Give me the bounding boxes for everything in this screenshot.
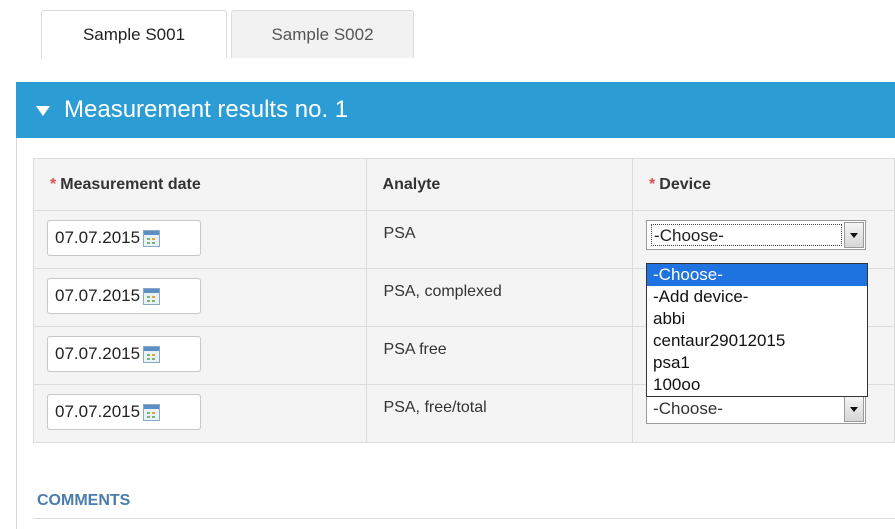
tab-sample-s001[interactable]: Sample S001 bbox=[41, 10, 227, 58]
header-label: Analyte bbox=[382, 175, 441, 193]
calendar-icon[interactable] bbox=[143, 287, 161, 305]
measurement-date-input[interactable]: 07.07.2015 bbox=[47, 220, 201, 256]
calendar-icon[interactable] bbox=[143, 229, 161, 247]
triangle-down-icon[interactable] bbox=[36, 106, 50, 116]
tab-sample-s002[interactable]: Sample S002 bbox=[231, 10, 414, 58]
device-select-value: -Choose- bbox=[653, 399, 723, 418]
chevron-down-icon[interactable] bbox=[844, 396, 865, 422]
date-cell: 07.07.2015 bbox=[33, 210, 367, 269]
analyte-name: PSA free bbox=[383, 341, 447, 358]
date-value: 07.07.2015 bbox=[55, 286, 141, 305]
dropdown-option-psa1[interactable]: psa1 bbox=[647, 352, 867, 374]
device-cell: -Choose- bbox=[632, 210, 895, 269]
dropdown-option-abbi[interactable]: abbi bbox=[647, 308, 867, 330]
required-mark: * bbox=[649, 175, 656, 193]
table-header-row: * Measurement date Analyte * Device bbox=[33, 158, 895, 211]
header-label: Measurement date bbox=[60, 175, 201, 193]
header-analyte: Analyte bbox=[365, 158, 634, 211]
required-mark: * bbox=[50, 175, 57, 193]
calendar-icon[interactable] bbox=[143, 403, 161, 421]
date-cell: 07.07.2015 bbox=[33, 384, 367, 443]
panel-title: Measurement results no. 1 bbox=[64, 96, 349, 123]
measurement-results-header[interactable]: Measurement results no. 1 bbox=[16, 82, 895, 138]
device-select[interactable]: -Choose- bbox=[646, 220, 867, 250]
comments-divider bbox=[33, 518, 895, 519]
date-cell: 07.07.2015 bbox=[33, 268, 367, 327]
date-value: 07.07.2015 bbox=[55, 228, 141, 247]
date-value: 07.07.2015 bbox=[55, 344, 141, 363]
analyte-name: PSA, complexed bbox=[383, 283, 502, 300]
dropdown-option-centaur[interactable]: centaur29012015 bbox=[647, 330, 867, 352]
date-value: 07.07.2015 bbox=[55, 402, 141, 421]
table-row: 07.07.2015 PSA -Choose- bbox=[33, 210, 895, 269]
analyte-name: PSA, free/total bbox=[383, 399, 487, 416]
analyte-name: PSA bbox=[383, 225, 416, 242]
comments-heading: COMMENTS bbox=[37, 492, 131, 509]
header-label: Device bbox=[659, 175, 711, 193]
analyte-cell: PSA, free/total bbox=[365, 384, 634, 443]
analyte-cell: PSA free bbox=[365, 326, 634, 385]
chevron-down-icon[interactable] bbox=[844, 222, 865, 248]
measurement-date-input[interactable]: 07.07.2015 bbox=[47, 394, 201, 430]
dropdown-option-add-device[interactable]: -Add device- bbox=[647, 286, 867, 308]
sample-tabs: Sample S001 Sample S002 bbox=[0, 0, 895, 60]
dropdown-option-choose[interactable]: -Choose- bbox=[647, 264, 867, 286]
analyte-cell: PSA, complexed bbox=[365, 268, 634, 327]
header-measurement-date: * Measurement date bbox=[33, 158, 367, 211]
dropdown-option-100oo[interactable]: 100oo bbox=[647, 374, 867, 396]
device-select-value: -Choose- bbox=[651, 224, 843, 246]
date-cell: 07.07.2015 bbox=[33, 326, 367, 385]
device-select[interactable]: -Choose- bbox=[646, 394, 867, 424]
measurement-date-input[interactable]: 07.07.2015 bbox=[47, 278, 201, 314]
device-dropdown-list: -Choose- -Add device- abbi centaur290120… bbox=[646, 263, 868, 397]
calendar-icon[interactable] bbox=[143, 345, 161, 363]
header-device: * Device bbox=[632, 158, 895, 211]
analyte-cell: PSA bbox=[365, 210, 634, 269]
measurement-date-input[interactable]: 07.07.2015 bbox=[47, 336, 201, 372]
